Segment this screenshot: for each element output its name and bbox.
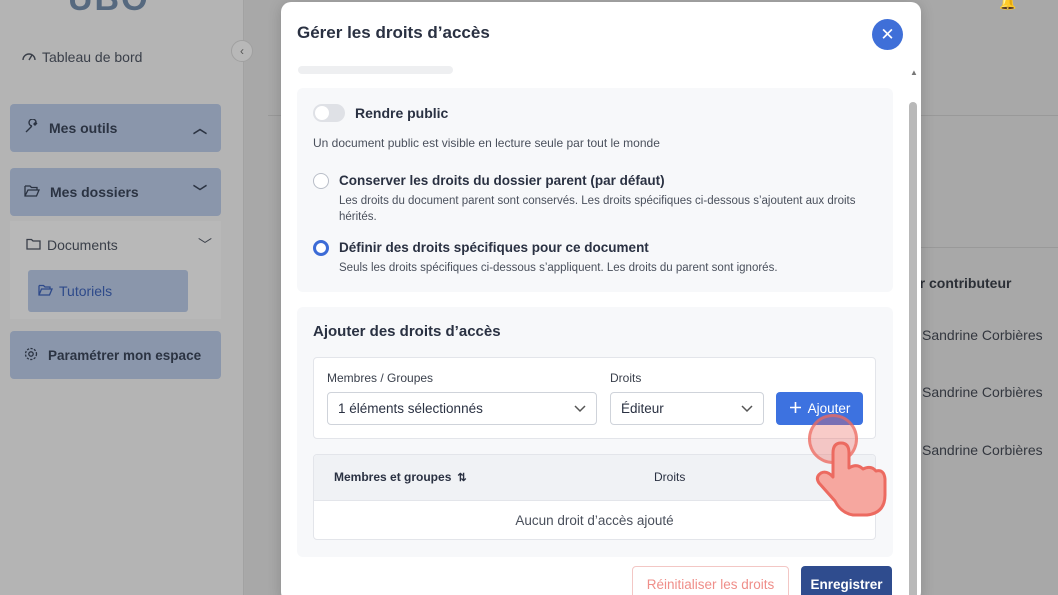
- close-button[interactable]: ✕: [872, 19, 903, 50]
- option-inherit-title[interactable]: Conserver les droits du dossier parent (…: [339, 173, 665, 188]
- scroll-up-arrow-icon[interactable]: ▲: [910, 68, 918, 77]
- rights-label: Droits: [610, 371, 642, 385]
- option-specific-title[interactable]: Définir des droits spécifiques pour ce d…: [339, 240, 649, 255]
- add-rights-panel: Ajouter des droits d’accès Membres / Gro…: [297, 307, 893, 557]
- rights-select-value: Éditeur: [621, 401, 664, 416]
- chevron-up-icon: ︿: [193, 120, 207, 136]
- column-header-members[interactable]: Membres et groupes ⇅: [334, 470, 467, 484]
- wrench-icon: [24, 118, 39, 137]
- folder-open-icon: [24, 184, 40, 200]
- sidebar-item-label: Mes dossiers: [50, 184, 139, 200]
- members-select-value: 1 éléments sélectionnés: [338, 401, 483, 416]
- sidebar-item-settings[interactable]: Paramétrer mon espace: [10, 331, 221, 379]
- public-hint: Un document public est visible en lectur…: [313, 136, 660, 150]
- members-select[interactable]: 1 éléments sélectionnés: [327, 392, 597, 425]
- sidebar-item-folders[interactable]: Mes dossiers ﹀: [10, 168, 221, 216]
- section-title: Ajouter des droits d’accès: [313, 323, 501, 340]
- contributor-cell: Sandrine Corbières: [922, 384, 1043, 400]
- rights-select[interactable]: Éditeur: [610, 392, 764, 425]
- contributor-cell: Sandrine Corbières: [922, 327, 1043, 343]
- chevron-down-icon: [574, 402, 586, 416]
- tap-hand-icon: [815, 441, 887, 517]
- sidebar-item-tutorials[interactable]: Tutoriels: [28, 270, 188, 312]
- sidebar-item-dashboard[interactable]: Tableau de bord: [22, 49, 142, 65]
- sidebar-item-label: Tableau de bord: [42, 49, 143, 65]
- option-specific-description: Seuls les droits spécifiques ci-dessous …: [339, 262, 778, 274]
- bell-icon[interactable]: 🔔: [999, 0, 1016, 11]
- folder-icon: [26, 237, 41, 253]
- add-rights-form: Membres / Groupes 1 éléments sélectionné…: [313, 357, 876, 439]
- chevron-down-icon: ﹀: [198, 237, 212, 253]
- sort-icon[interactable]: ⇅: [457, 472, 466, 484]
- sidebar: UBO Tableau de bord Mes outils ︿ Mes dos…: [0, 0, 244, 595]
- plus-icon: [789, 401, 802, 417]
- sidebar-item-label: Mes outils: [49, 120, 118, 136]
- dashboard-icon: [22, 49, 36, 65]
- app-logo: UBO: [68, 0, 150, 19]
- contributor-cell: Sandrine Corbières: [922, 442, 1043, 458]
- close-icon: ✕: [880, 24, 895, 44]
- radio-specific-rights[interactable]: [313, 240, 329, 256]
- sidebar-item-tools[interactable]: Mes outils ︿: [10, 104, 221, 152]
- sidebar-item-label: Tutoriels: [59, 283, 113, 299]
- column-header-label: Membres et groupes: [334, 470, 452, 484]
- loading-placeholder: [298, 66, 453, 74]
- members-label: Membres / Groupes: [327, 371, 434, 385]
- column-header-rights: Droits: [654, 470, 686, 484]
- option-inherit-description: Les droits du document parent sont conse…: [339, 195, 856, 223]
- collapse-sidebar-button[interactable]: ‹: [231, 40, 253, 62]
- gear-icon: [24, 347, 38, 364]
- radio-inherit-parent[interactable]: [313, 173, 329, 189]
- public-toggle[interactable]: [313, 104, 345, 122]
- scrollbar-thumb[interactable]: [909, 102, 917, 595]
- reset-rights-button[interactable]: Réinitialiser les droits: [632, 566, 789, 595]
- chevron-down-icon: ﹀: [193, 184, 207, 200]
- sidebar-item-label: Paramétrer mon espace: [48, 347, 202, 363]
- visibility-panel: Rendre public Un document public est vis…: [297, 88, 893, 292]
- save-button[interactable]: Enregistrer: [801, 566, 892, 595]
- chevron-down-icon: [741, 402, 753, 416]
- rights-table: Membres et groupes ⇅ Droits Aucun droit d…: [313, 454, 876, 540]
- folder-open-icon: [38, 283, 53, 299]
- sidebar-item-documents[interactable]: Documents ﹀: [26, 235, 212, 255]
- contributor-column-header: ier contributeur: [908, 275, 1012, 291]
- public-toggle-label: Rendre public: [355, 105, 449, 121]
- empty-table-message: Aucun droit d’accès ajouté: [515, 513, 674, 528]
- sidebar-item-label: Documents: [47, 237, 118, 253]
- table-header: Membres et groupes ⇅ Droits: [314, 455, 875, 501]
- divider: [921, 247, 1058, 248]
- modal-title: Gérer les droits d’accès: [297, 23, 490, 42]
